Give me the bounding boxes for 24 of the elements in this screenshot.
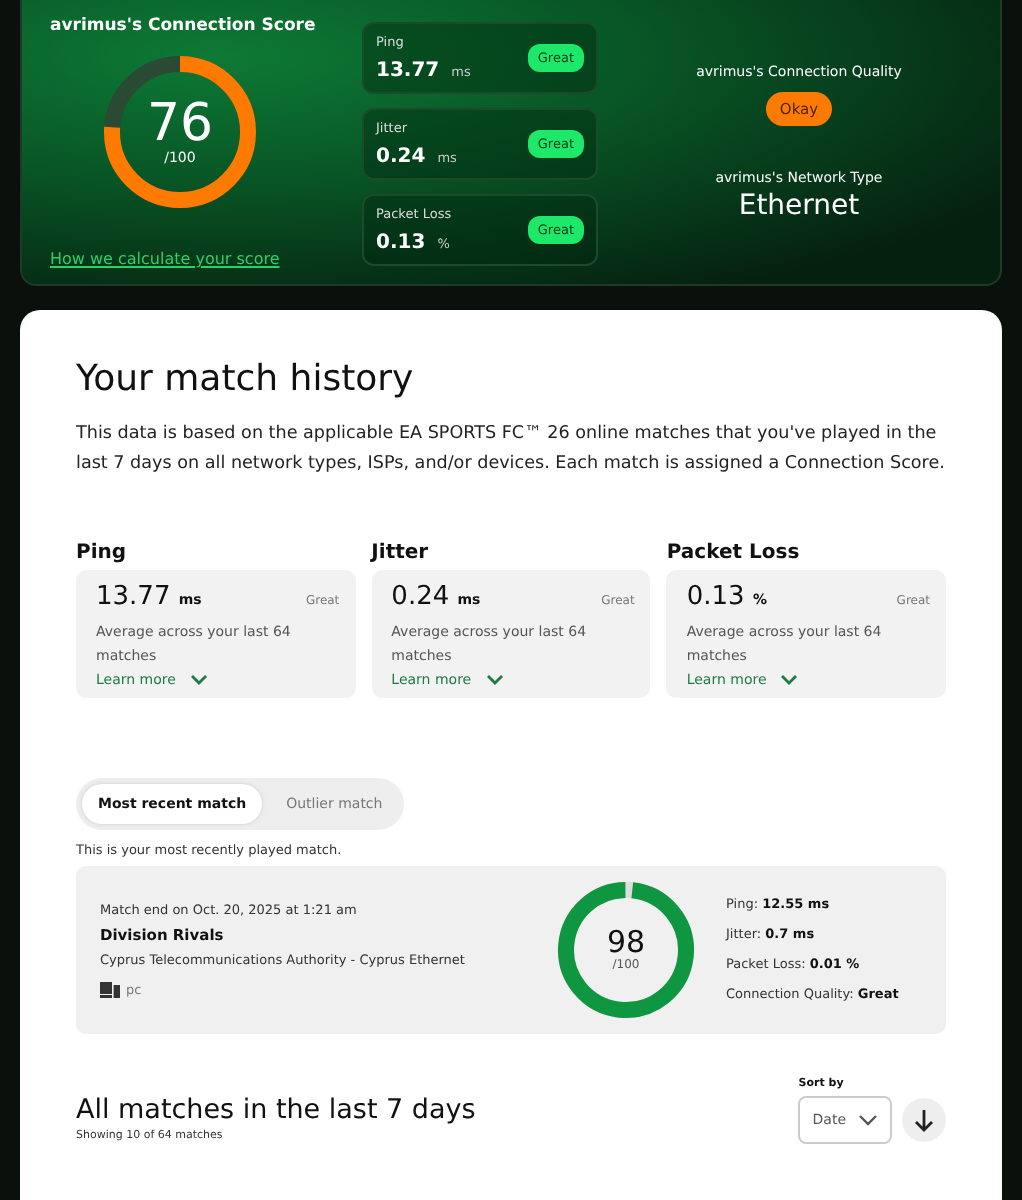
sort-direction-button[interactable] — [902, 1097, 946, 1142]
metric-heading: Packet Loss — [666, 541, 802, 564]
metric-value: 0.24 — [391, 581, 450, 612]
score-title: avrimus's Connection Score — [50, 16, 318, 36]
devices-icon — [100, 981, 120, 998]
metric-value: 0.24 — [376, 146, 426, 168]
network-type: Ethernet — [738, 190, 860, 222]
chevron-down-icon — [780, 673, 799, 686]
score-link[interactable]: How we calculate your score — [50, 250, 346, 268]
metric-value: 13.77 — [376, 60, 440, 82]
history-description: This data is based on the applicable EA SPORTS FC™ 26 online matches that you've played in the last 7 days on all network types, ISPs, and/or devices. Each match is assigned a Connection Score. — [76, 422, 946, 479]
score-value: 76 — [146, 98, 214, 150]
history-title: Your match history — [76, 358, 416, 400]
metric-heading: Jitter — [371, 541, 431, 564]
metric-value: 13.77 — [96, 581, 171, 612]
metric-value: 0.13 — [376, 232, 426, 254]
metric-heading: Ping — [76, 541, 129, 564]
chevron-down-icon — [485, 673, 504, 686]
arrow-down-icon — [914, 1107, 934, 1132]
chevron-down-icon — [189, 673, 208, 686]
match-score: 98 — [606, 927, 646, 958]
all-matches-title: All matches in the last 7 days — [76, 1093, 476, 1126]
metric-value: 0.13 — [686, 581, 745, 612]
chevron-down-icon — [858, 1113, 878, 1126]
